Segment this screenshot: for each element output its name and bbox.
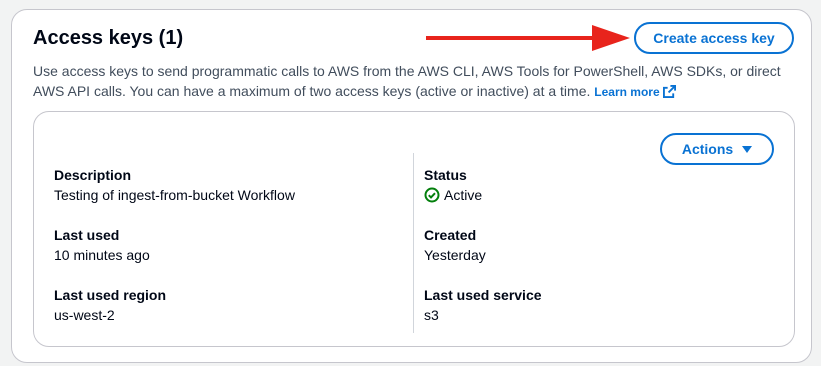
last-used-region-value: us-west-2 xyxy=(54,307,115,323)
status-badge: Active xyxy=(424,185,482,205)
last-used-label: Last used xyxy=(54,227,120,243)
access-keys-panel: Access keys (1) Create access key Use ac… xyxy=(11,9,812,363)
actions-label: Actions xyxy=(681,141,734,157)
created-value: Yesterday xyxy=(424,247,486,263)
panel-description: Use access keys to send programmatic cal… xyxy=(33,61,793,104)
access-key-card: Actions Description Testing of ingest-fr… xyxy=(33,111,795,347)
column-divider xyxy=(413,153,414,333)
description-field: Description Testing of ingest-from-bucke… xyxy=(54,165,295,205)
external-link-icon xyxy=(662,84,676,104)
created-label: Created xyxy=(424,227,477,243)
last-used-region-field: Last used region us-west-2 xyxy=(54,285,166,325)
last-used-service-label: Last used service xyxy=(424,287,542,303)
last-used-region-label: Last used region xyxy=(54,287,167,303)
create-access-key-button[interactable]: Create access key xyxy=(634,22,794,54)
last-used-service-value: s3 xyxy=(424,307,439,323)
status-field: Status Active xyxy=(424,165,482,205)
caret-down-icon xyxy=(742,146,753,153)
created-field: Created Yesterday xyxy=(424,225,486,265)
check-circle-icon xyxy=(424,187,440,203)
red-arrow-annotation xyxy=(426,25,630,51)
description-label: Description xyxy=(54,167,132,183)
last-used-value: 10 minutes ago xyxy=(54,247,150,263)
status-value: Active xyxy=(444,187,483,203)
status-label: Status xyxy=(424,167,467,183)
panel-title: Access keys (1) xyxy=(33,27,184,49)
last-used-field: Last used 10 minutes ago xyxy=(54,225,150,265)
description-value: Testing of ingest-from-bucket Workflow xyxy=(54,187,295,203)
learn-more-label: Learn more xyxy=(594,85,660,99)
last-used-service-field: Last used service s3 xyxy=(424,285,542,325)
learn-more-link[interactable]: Learn more xyxy=(594,85,676,99)
actions-dropdown-button[interactable]: Actions xyxy=(660,133,774,165)
